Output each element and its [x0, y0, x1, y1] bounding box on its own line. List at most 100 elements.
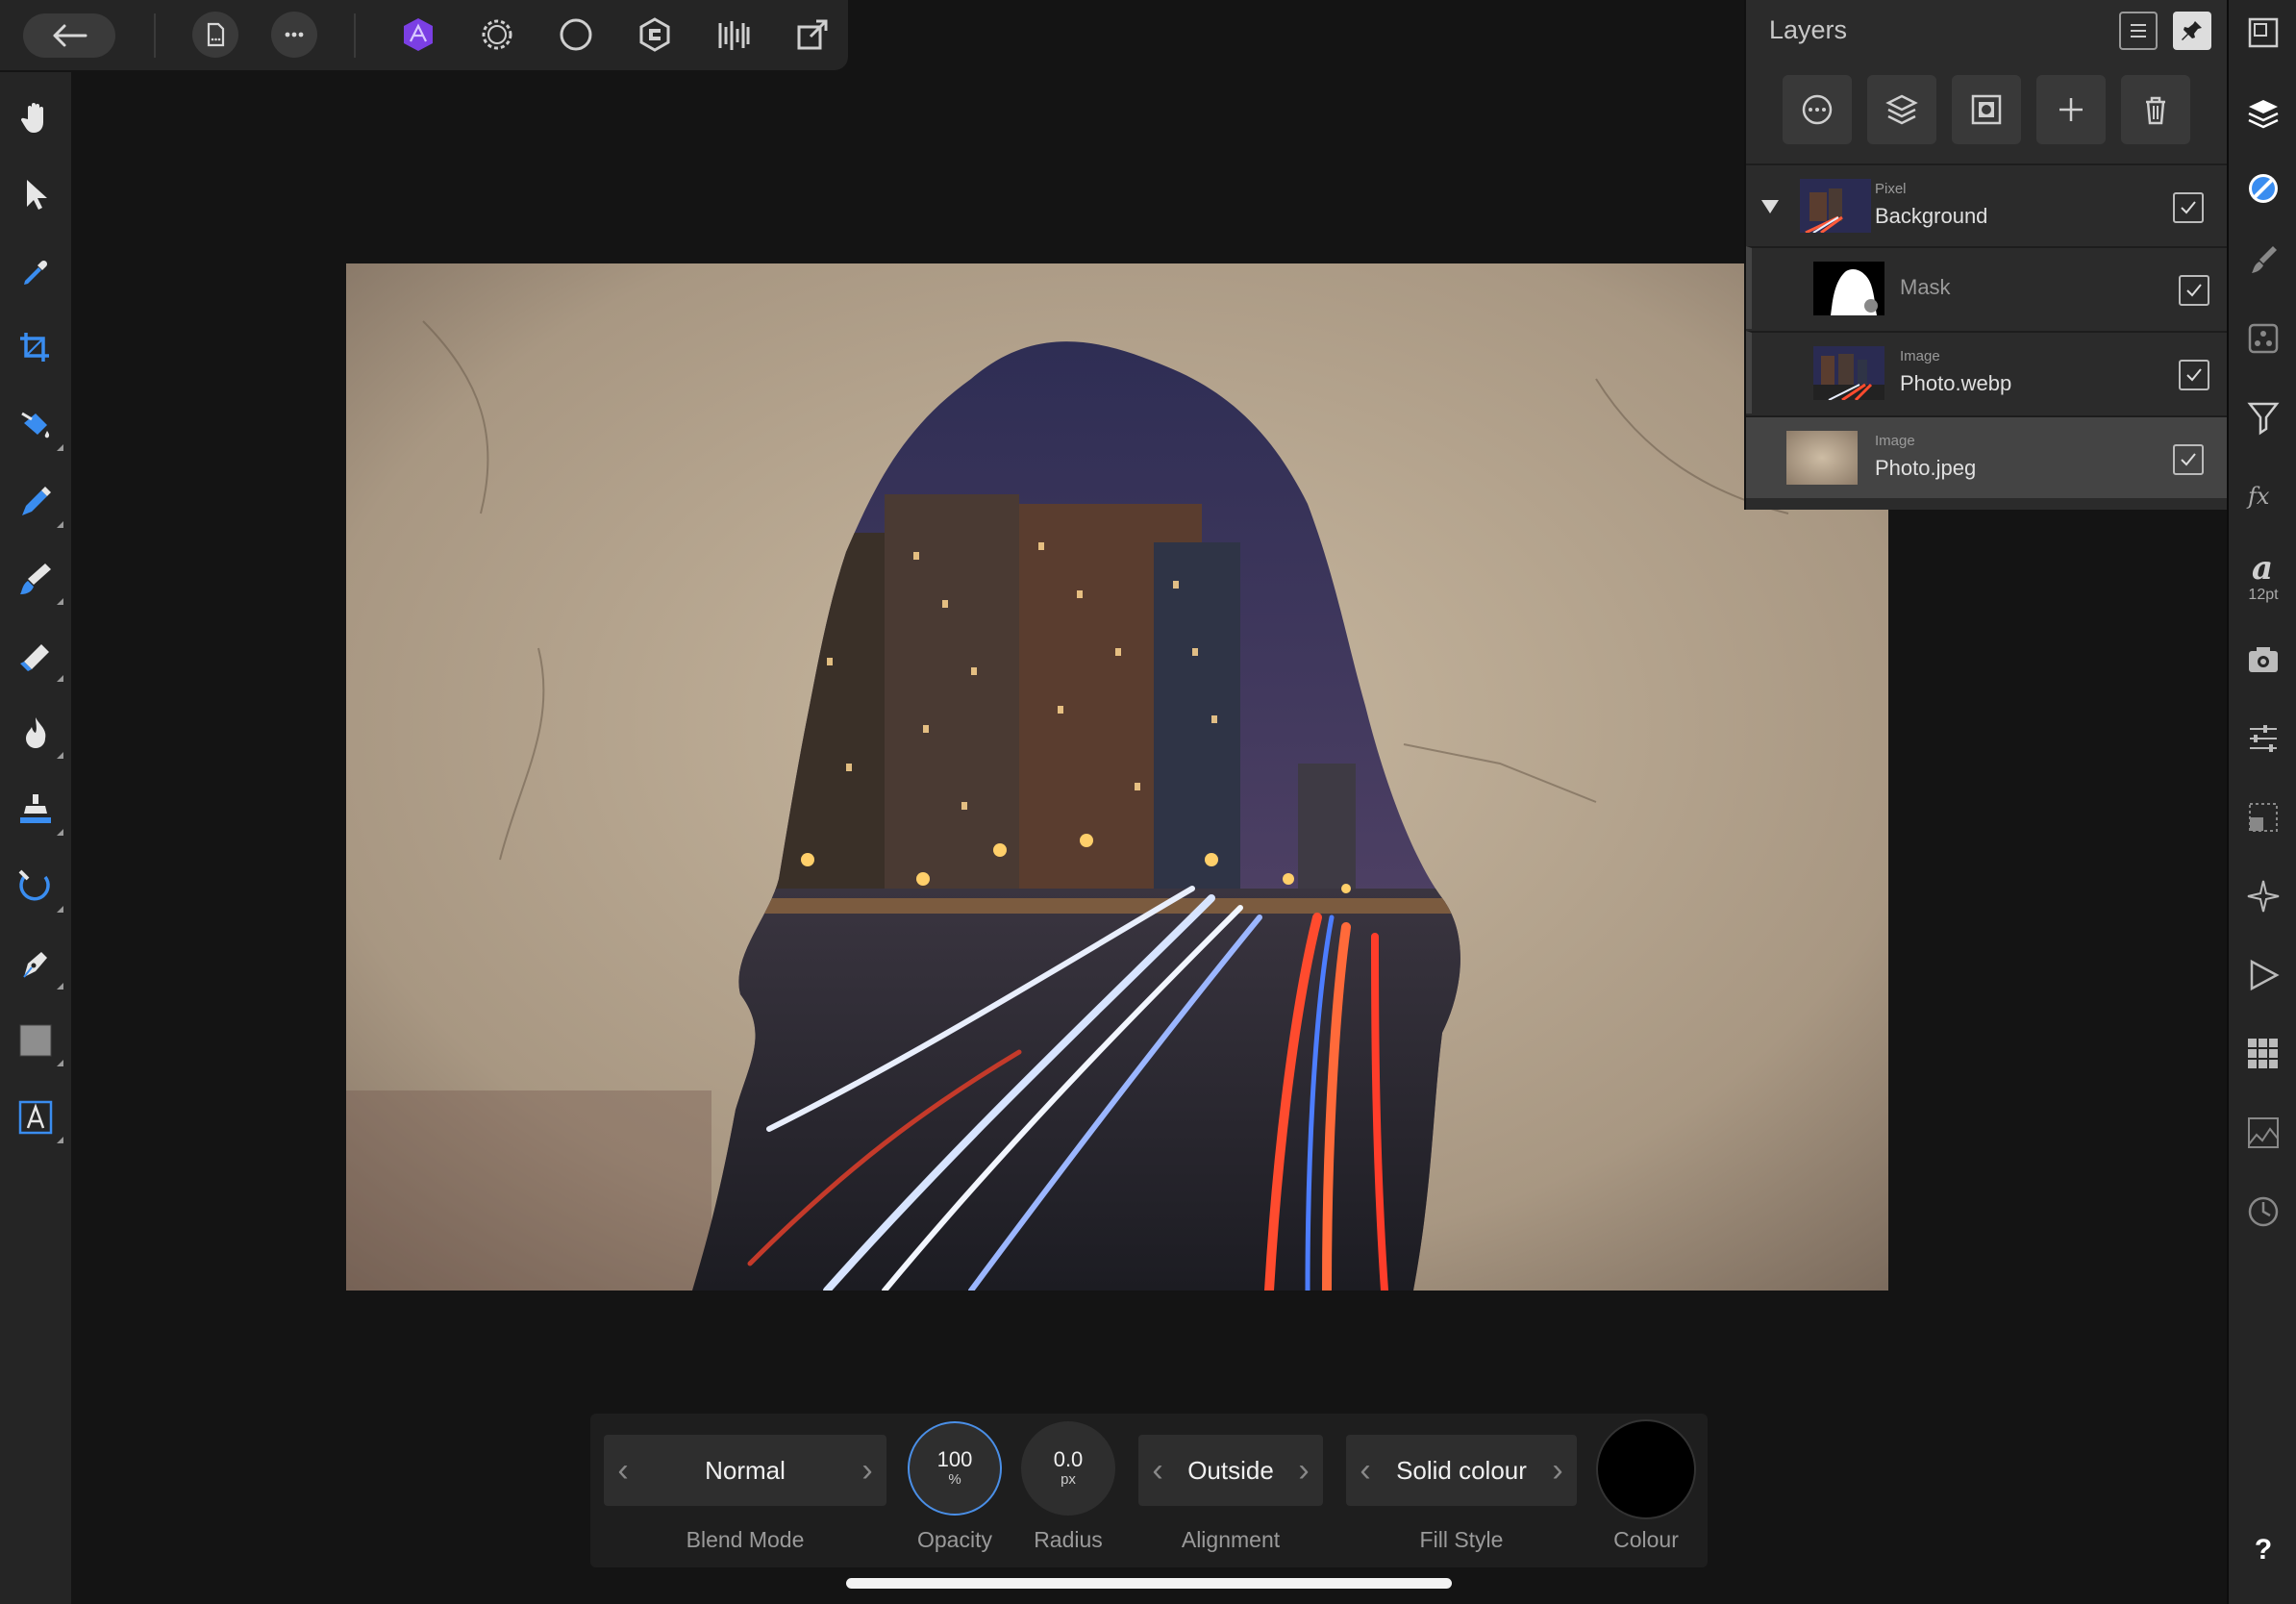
- opacity-value: 100: [936, 1447, 973, 1471]
- layer-row-photo-jpeg[interactable]: Image Photo.jpeg: [1746, 415, 2229, 498]
- pen-tool[interactable]: [13, 941, 63, 990]
- history-studio-button[interactable]: [2242, 1190, 2284, 1233]
- selection-brush-tool[interactable]: [13, 480, 63, 528]
- layer-type-label: Pixel: [1875, 181, 1907, 197]
- layer-thumbnail: [1800, 179, 1871, 233]
- macro-studio-button[interactable]: [2242, 954, 2284, 996]
- more-button[interactable]: [271, 12, 317, 58]
- healing-brush-tool[interactable]: [13, 865, 63, 913]
- opacity-dial[interactable]: 100 %: [908, 1421, 1002, 1516]
- hand-tool[interactable]: [13, 95, 58, 139]
- opacity-unit: %: [948, 1471, 961, 1488]
- paint-brush-tool[interactable]: [13, 557, 63, 605]
- transform-studio-button[interactable]: [2242, 796, 2284, 839]
- pin-panel-button[interactable]: [2173, 12, 2211, 50]
- layer-visibility-checkbox[interactable]: [2179, 275, 2209, 306]
- export-persona-icon: [718, 21, 750, 50]
- font-size-label: 12pt: [2248, 587, 2279, 603]
- disclosure-triangle-icon[interactable]: [1759, 196, 1781, 217]
- document-icon: [207, 22, 225, 47]
- color-picker-icon: [24, 260, 48, 285]
- develop-persona-button[interactable]: [552, 11, 600, 59]
- swatches-studio-button[interactable]: [2242, 1033, 2284, 1075]
- radius-unit: px: [1061, 1471, 1076, 1488]
- document-button[interactable]: [192, 12, 238, 58]
- burn-brush-tool[interactable]: [13, 711, 63, 759]
- share-button[interactable]: [788, 11, 836, 59]
- mask-layer-button[interactable]: [1952, 75, 2021, 144]
- help-button[interactable]: ?: [2242, 1529, 2284, 1571]
- layers-menu-button[interactable]: [2119, 12, 2158, 50]
- previous-arrow-icon[interactable]: ‹: [1346, 1435, 1385, 1506]
- checkmark-icon: [2186, 368, 2202, 382]
- adjustments-studio-button[interactable]: [2242, 396, 2284, 439]
- brushes-studio-button[interactable]: [2242, 238, 2284, 281]
- blend-mode-selector[interactable]: ‹ Normal ›: [604, 1435, 886, 1506]
- fx-studio-button[interactable]: fx: [2242, 475, 2284, 517]
- liquify-persona-button[interactable]: [473, 11, 521, 59]
- colour-swatch[interactable]: [1596, 1419, 1696, 1519]
- blend-ranges-button[interactable]: [1867, 75, 1936, 144]
- paint-brush-icon: [20, 564, 51, 594]
- toolbar-divider: [354, 13, 356, 58]
- hand-icon: [20, 103, 43, 133]
- tone-mapping-persona-button[interactable]: [631, 11, 679, 59]
- clone-brush-tool[interactable]: [13, 788, 63, 836]
- layer-row-background[interactable]: Pixel Background: [1746, 163, 2229, 246]
- opacity-label: Opacity: [917, 1527, 992, 1552]
- blend-ranges-icon: [1885, 94, 1918, 125]
- layer-options-button[interactable]: [1783, 75, 1852, 144]
- home-indicator[interactable]: [846, 1578, 1452, 1589]
- brush-icon: [2252, 246, 2277, 273]
- layer-visibility-checkbox[interactable]: [2179, 360, 2209, 390]
- layer-row-mask[interactable]: Mask: [1746, 246, 2229, 329]
- fx-icon: fx: [2246, 483, 2270, 510]
- layers-icon: [2248, 100, 2279, 129]
- back-button[interactable]: [23, 13, 115, 58]
- next-arrow-icon[interactable]: ›: [1538, 1435, 1577, 1506]
- fill-style-selector[interactable]: ‹ Solid colour ›: [1346, 1435, 1577, 1506]
- mask-icon: [1971, 94, 2002, 125]
- colour-studio-button[interactable]: [2242, 167, 2284, 210]
- next-arrow-icon[interactable]: ›: [848, 1435, 886, 1506]
- tools-panel: [0, 72, 71, 1604]
- radius-dial[interactable]: 0.0 px: [1021, 1421, 1115, 1516]
- more-icon: [285, 32, 304, 38]
- channels-studio-button[interactable]: [2242, 717, 2284, 760]
- snapshots-studio-button[interactable]: [2242, 639, 2284, 681]
- alignment-selector[interactable]: ‹ Outside ›: [1138, 1435, 1323, 1506]
- layers-studio-button[interactable]: [2242, 92, 2284, 135]
- histogram-studio-button[interactable]: [2242, 1112, 2284, 1154]
- previous-arrow-icon[interactable]: ‹: [604, 1435, 642, 1506]
- radius-label: Radius: [1034, 1527, 1103, 1552]
- snapshots-icon: [2249, 647, 2278, 672]
- layer-row-photo-webp[interactable]: Image Photo.webp: [1746, 331, 2229, 414]
- document-canvas[interactable]: [346, 263, 1888, 1291]
- erase-brush-tool[interactable]: [13, 634, 63, 682]
- add-layer-button[interactable]: [2036, 75, 2106, 144]
- top-toolbar: [0, 0, 848, 70]
- layer-visibility-checkbox[interactable]: [2173, 444, 2204, 475]
- rectangle-tool[interactable]: [13, 1018, 63, 1066]
- rectangle-shape-icon: [19, 1024, 52, 1057]
- text-styles-studio-button[interactable]: a: [2242, 546, 2284, 589]
- channels-icon: [2250, 725, 2277, 752]
- color-picker-tool[interactable]: [13, 249, 58, 293]
- delete-layer-button[interactable]: [2121, 75, 2190, 144]
- layer-visibility-checkbox[interactable]: [2173, 192, 2204, 223]
- next-arrow-icon[interactable]: ›: [1285, 1435, 1323, 1506]
- move-tool[interactable]: [13, 172, 58, 216]
- share-icon: [797, 19, 828, 50]
- photo-persona-button[interactable]: [394, 11, 442, 59]
- stock-studio-button[interactable]: [2242, 317, 2284, 360]
- export-persona-button[interactable]: [710, 11, 758, 59]
- fill-style-value: Solid colour: [1396, 1455, 1527, 1485]
- blend-mode-label: Blend Mode: [686, 1527, 805, 1552]
- navigator-studio-button[interactable]: [2242, 12, 2284, 54]
- pen-icon: [23, 952, 47, 978]
- assets-studio-button[interactable]: [2242, 875, 2284, 917]
- artistic-text-tool[interactable]: [13, 1095, 63, 1143]
- flood-fill-tool[interactable]: [13, 403, 63, 451]
- layer-name-label: Mask: [1900, 275, 1951, 299]
- crop-tool[interactable]: [13, 326, 58, 370]
